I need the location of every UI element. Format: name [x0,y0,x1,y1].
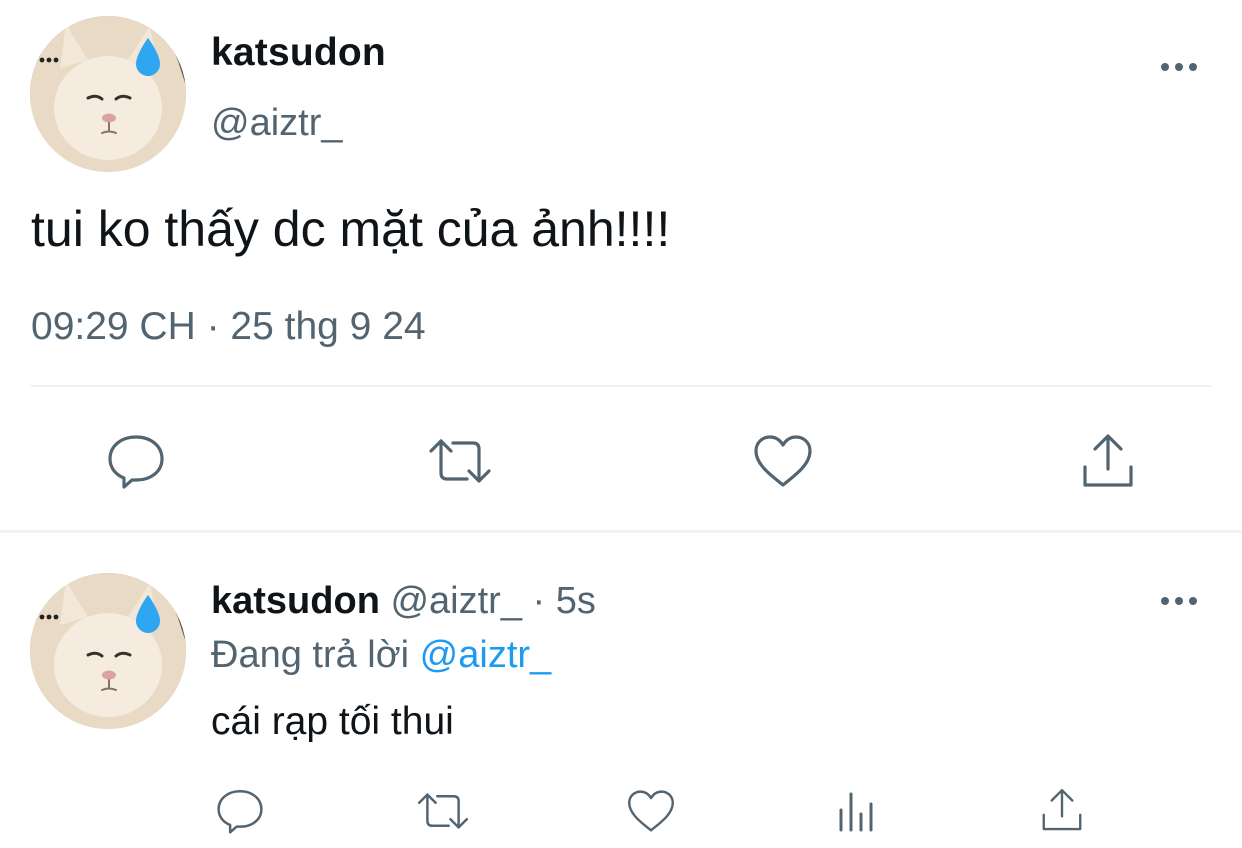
retweet-button[interactable] [410,782,476,840]
share-button[interactable] [1032,780,1092,840]
share-icon [1042,788,1082,831]
replying-to-line: Đang trả lời @aiztr_ [211,634,551,677]
views-icon [839,792,873,832]
more-options-button[interactable] [1157,55,1201,79]
like-icon [754,435,812,487]
retweet-button[interactable] [420,426,500,496]
tweet-thread: katsudon @aiztr_ tui ko thấy dc mặt của … [0,0,1242,848]
tweet-text: cái rạp tối thui [211,700,454,743]
more-options-button[interactable] [1157,589,1201,613]
divider [30,385,1212,387]
share-button[interactable] [1070,426,1146,496]
tweet-action-bar [0,420,1242,500]
reply-button[interactable] [210,782,270,840]
more-icon [1161,63,1197,71]
views-button[interactable] [828,782,886,840]
author-handle[interactable]: @aiztr_ [390,580,522,622]
author-handle[interactable]: @aiztr_ [211,102,343,145]
mention-link[interactable]: @aiztr_ [420,634,552,676]
reply-icon [217,790,263,834]
more-icon [1161,597,1197,605]
main-tweet: katsudon @aiztr_ tui ko thấy dc mặt của … [0,0,1242,533]
reply-icon [108,435,164,489]
avatar[interactable] [30,16,186,172]
author-name[interactable]: katsudon [211,31,386,75]
cat-avatar-image [30,573,186,729]
tweet-time-ago[interactable]: 5s [556,580,596,622]
divider [0,530,1242,533]
replying-prefix: Đang trả lời [211,634,420,676]
tweet-action-bar [0,780,1242,844]
reply-header: katsudon @aiztr_ · 5s [211,580,596,623]
share-icon [1083,434,1133,487]
reply-button[interactable] [98,426,174,496]
like-button[interactable] [745,426,821,496]
tweet-timestamp[interactable]: 09:29 CH · 25 thg 9 24 [31,305,426,349]
avatar[interactable] [30,573,186,729]
like-icon [628,790,674,832]
author-name[interactable]: katsudon [211,580,380,622]
separator-dot: · [521,580,556,622]
retweet-icon [429,439,491,483]
retweet-icon [417,793,469,829]
tweet-text: tui ko thấy dc mặt của ảnh!!!! [31,201,671,257]
cat-avatar-image [30,16,186,172]
like-button[interactable] [621,782,681,840]
